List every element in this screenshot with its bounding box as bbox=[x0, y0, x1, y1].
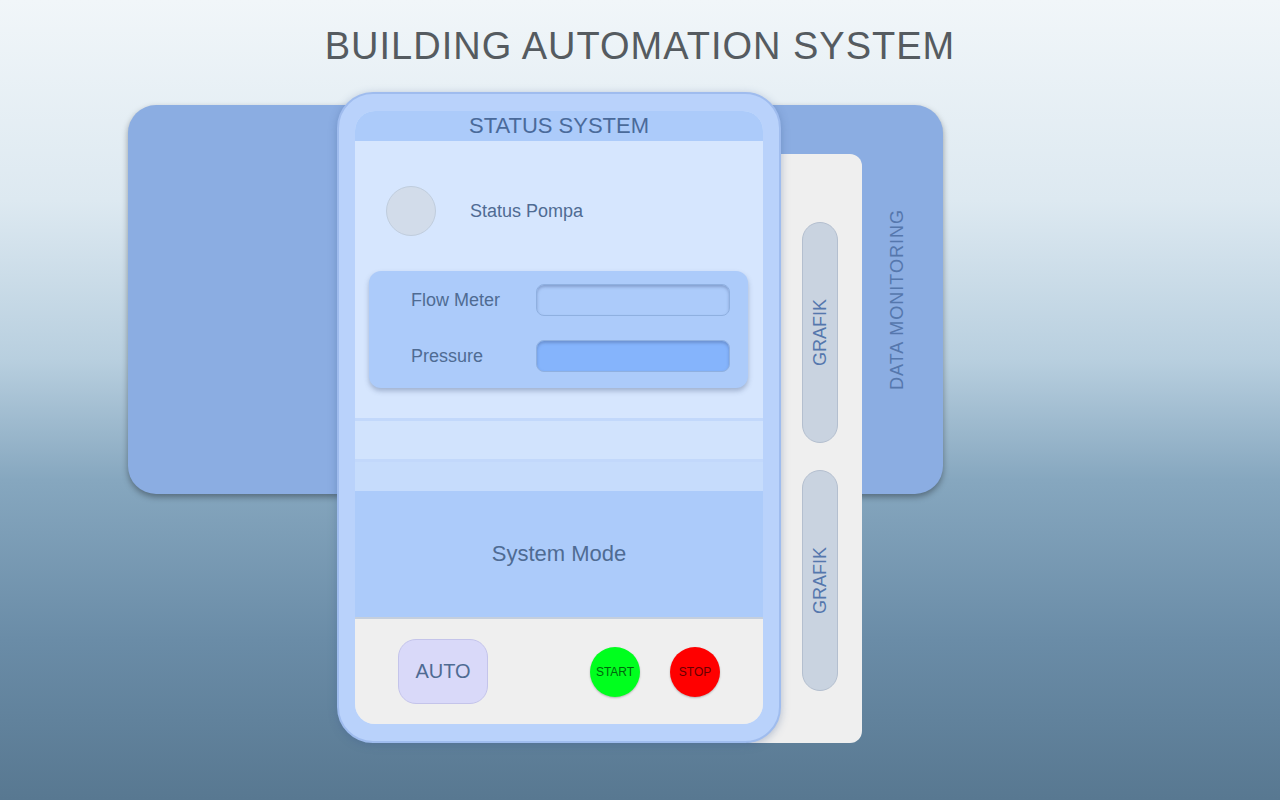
reading-row: Flow Meter bbox=[411, 284, 730, 316]
system-mode-title: System Mode bbox=[492, 541, 627, 567]
reading-label: Pressure bbox=[411, 346, 483, 367]
chart-label: GRAFIK bbox=[810, 547, 831, 614]
readings-card: Flow Meter Pressure bbox=[369, 271, 748, 388]
pump-status-indicator bbox=[386, 186, 436, 236]
status-section: Status Pompa Flow Meter Pressure bbox=[355, 141, 763, 418]
reading-field[interactable] bbox=[536, 340, 730, 372]
control-button[interactable]: STOP bbox=[670, 647, 720, 697]
reading-label: Flow Meter bbox=[411, 290, 500, 311]
pump-status-row: Status Pompa bbox=[369, 186, 748, 236]
chart-button[interactable]: GRAFIK bbox=[802, 222, 838, 443]
reading-field[interactable] bbox=[536, 284, 730, 316]
page-title: BUILDING AUTOMATION SYSTEM bbox=[0, 0, 1280, 68]
auto-button[interactable]: AUTO bbox=[398, 639, 488, 704]
dashboard-canvas: DATA MONITORING GRAFIK GRAFIK STATUS SYST… bbox=[0, 0, 1280, 800]
data-monitoring-header: DATA MONITORING bbox=[851, 105, 943, 494]
control-bar: AUTO START STOP bbox=[355, 617, 763, 724]
divider-band bbox=[355, 462, 763, 491]
chart-label: GRAFIK bbox=[810, 299, 831, 366]
divider-bands bbox=[355, 418, 763, 491]
status-system-header: STATUS SYSTEM bbox=[355, 111, 763, 141]
status-system-panel: STATUS SYSTEM Status Pompa Flow Meter Pr… bbox=[337, 92, 781, 743]
chart-button[interactable]: GRAFIK bbox=[802, 470, 838, 691]
divider-band bbox=[355, 421, 763, 459]
start-stop-group: START STOP bbox=[590, 647, 720, 697]
page: BUILDING AUTOMATION SYSTEM DATA MONITORI… bbox=[0, 0, 1280, 800]
system-mode-section: System Mode bbox=[355, 491, 763, 617]
control-button[interactable]: START bbox=[590, 647, 640, 697]
data-monitoring-title: DATA MONITORING bbox=[887, 209, 908, 390]
pump-status-label: Status Pompa bbox=[470, 201, 583, 222]
reading-row: Pressure bbox=[411, 340, 730, 372]
status-system-body: STATUS SYSTEM Status Pompa Flow Meter Pr… bbox=[355, 111, 763, 724]
